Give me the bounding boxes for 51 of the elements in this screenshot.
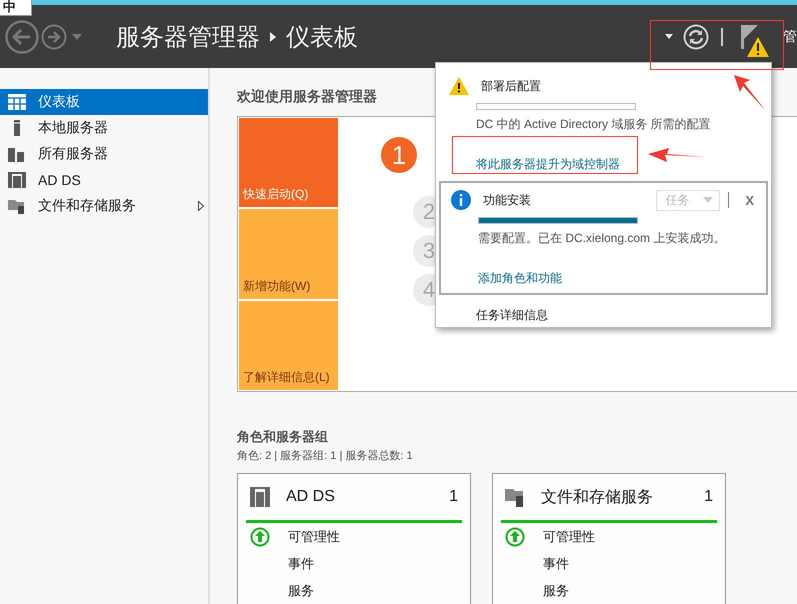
section-title: 角色和服务器组 xyxy=(237,428,329,446)
sidebar-item[interactable]: 本地服务器 xyxy=(0,115,208,141)
warning-icon xyxy=(449,77,469,95)
task-details-link[interactable]: 任务详细信息 xyxy=(476,307,768,324)
sidebar-item[interactable]: 所有服务器 xyxy=(0,141,208,167)
close-button[interactable]: X xyxy=(741,192,758,208)
notification-message: 需要配置。已在 DC.xielong.com 上安装成功。 xyxy=(478,230,726,247)
grid-icon xyxy=(8,94,26,110)
role-card[interactable]: 文件和存储服务 1 可管理性 事件 服务 xyxy=(492,473,726,604)
caret-icon xyxy=(703,197,714,203)
input-method-indicator: 中 xyxy=(0,0,32,16)
role-card[interactable]: AD DS 1 可管理性 事件 服务 xyxy=(237,473,471,604)
status-label[interactable]: 可管理性 xyxy=(288,528,340,546)
status-label[interactable]: 事件 xyxy=(288,554,314,572)
notification-link[interactable]: 将此服务器提升为域控制器 xyxy=(476,156,620,173)
card-title: AD DS xyxy=(286,488,336,506)
step-number: 1 xyxy=(381,137,417,173)
building-icon xyxy=(8,172,26,188)
summary-text: 角色: 2 | 服务器组: 1 | 服务器总数: 1 xyxy=(237,449,414,463)
caret-icon[interactable] xyxy=(665,34,673,39)
breadcrumb-arrow-icon xyxy=(270,32,276,42)
servers-icon xyxy=(8,146,26,162)
count-text: 1 xyxy=(449,488,458,506)
card-title: 文件和存储服务 xyxy=(541,488,654,508)
page-title: 仪表板 xyxy=(286,22,358,52)
section-title: 欢迎使用服务器管理器 xyxy=(237,88,377,106)
status-label[interactable]: 事件 xyxy=(543,554,569,572)
sidebar-item[interactable]: 仪表板 xyxy=(0,89,208,115)
status-label[interactable]: 可管理性 xyxy=(543,528,595,546)
notification-title: 功能安装 xyxy=(483,192,531,208)
flag-icon[interactable] xyxy=(739,22,771,58)
window-title: 服务器管理器 xyxy=(116,22,260,52)
folder-icon xyxy=(505,487,525,507)
sidebar-item[interactable]: AD DS xyxy=(0,167,208,193)
status-label[interactable]: 服务 xyxy=(543,582,569,600)
notification-message: DC 中的 Active Directory 域服务 所需的配置 xyxy=(476,116,712,133)
expand-arrow-icon[interactable] xyxy=(198,201,204,211)
tile[interactable]: 了解详细信息(L) xyxy=(239,300,338,390)
info-icon xyxy=(451,190,471,210)
notification-link[interactable]: 添加角色和功能 xyxy=(478,270,562,287)
refresh-icon[interactable] xyxy=(683,24,709,50)
folder-icon xyxy=(8,198,26,214)
notification-title: 部署后配置 xyxy=(481,78,541,94)
building-icon xyxy=(250,487,270,507)
count-text: 1 xyxy=(704,488,713,506)
menu-label[interactable]: 管 xyxy=(783,28,797,46)
forward-icon[interactable] xyxy=(41,24,67,50)
back-icon[interactable] xyxy=(5,20,39,54)
tile[interactable]: 新增功能(W) xyxy=(239,209,338,299)
sidebar-item[interactable]: 文件和存储服务 xyxy=(0,193,208,219)
status-label[interactable]: 服务 xyxy=(288,582,314,600)
